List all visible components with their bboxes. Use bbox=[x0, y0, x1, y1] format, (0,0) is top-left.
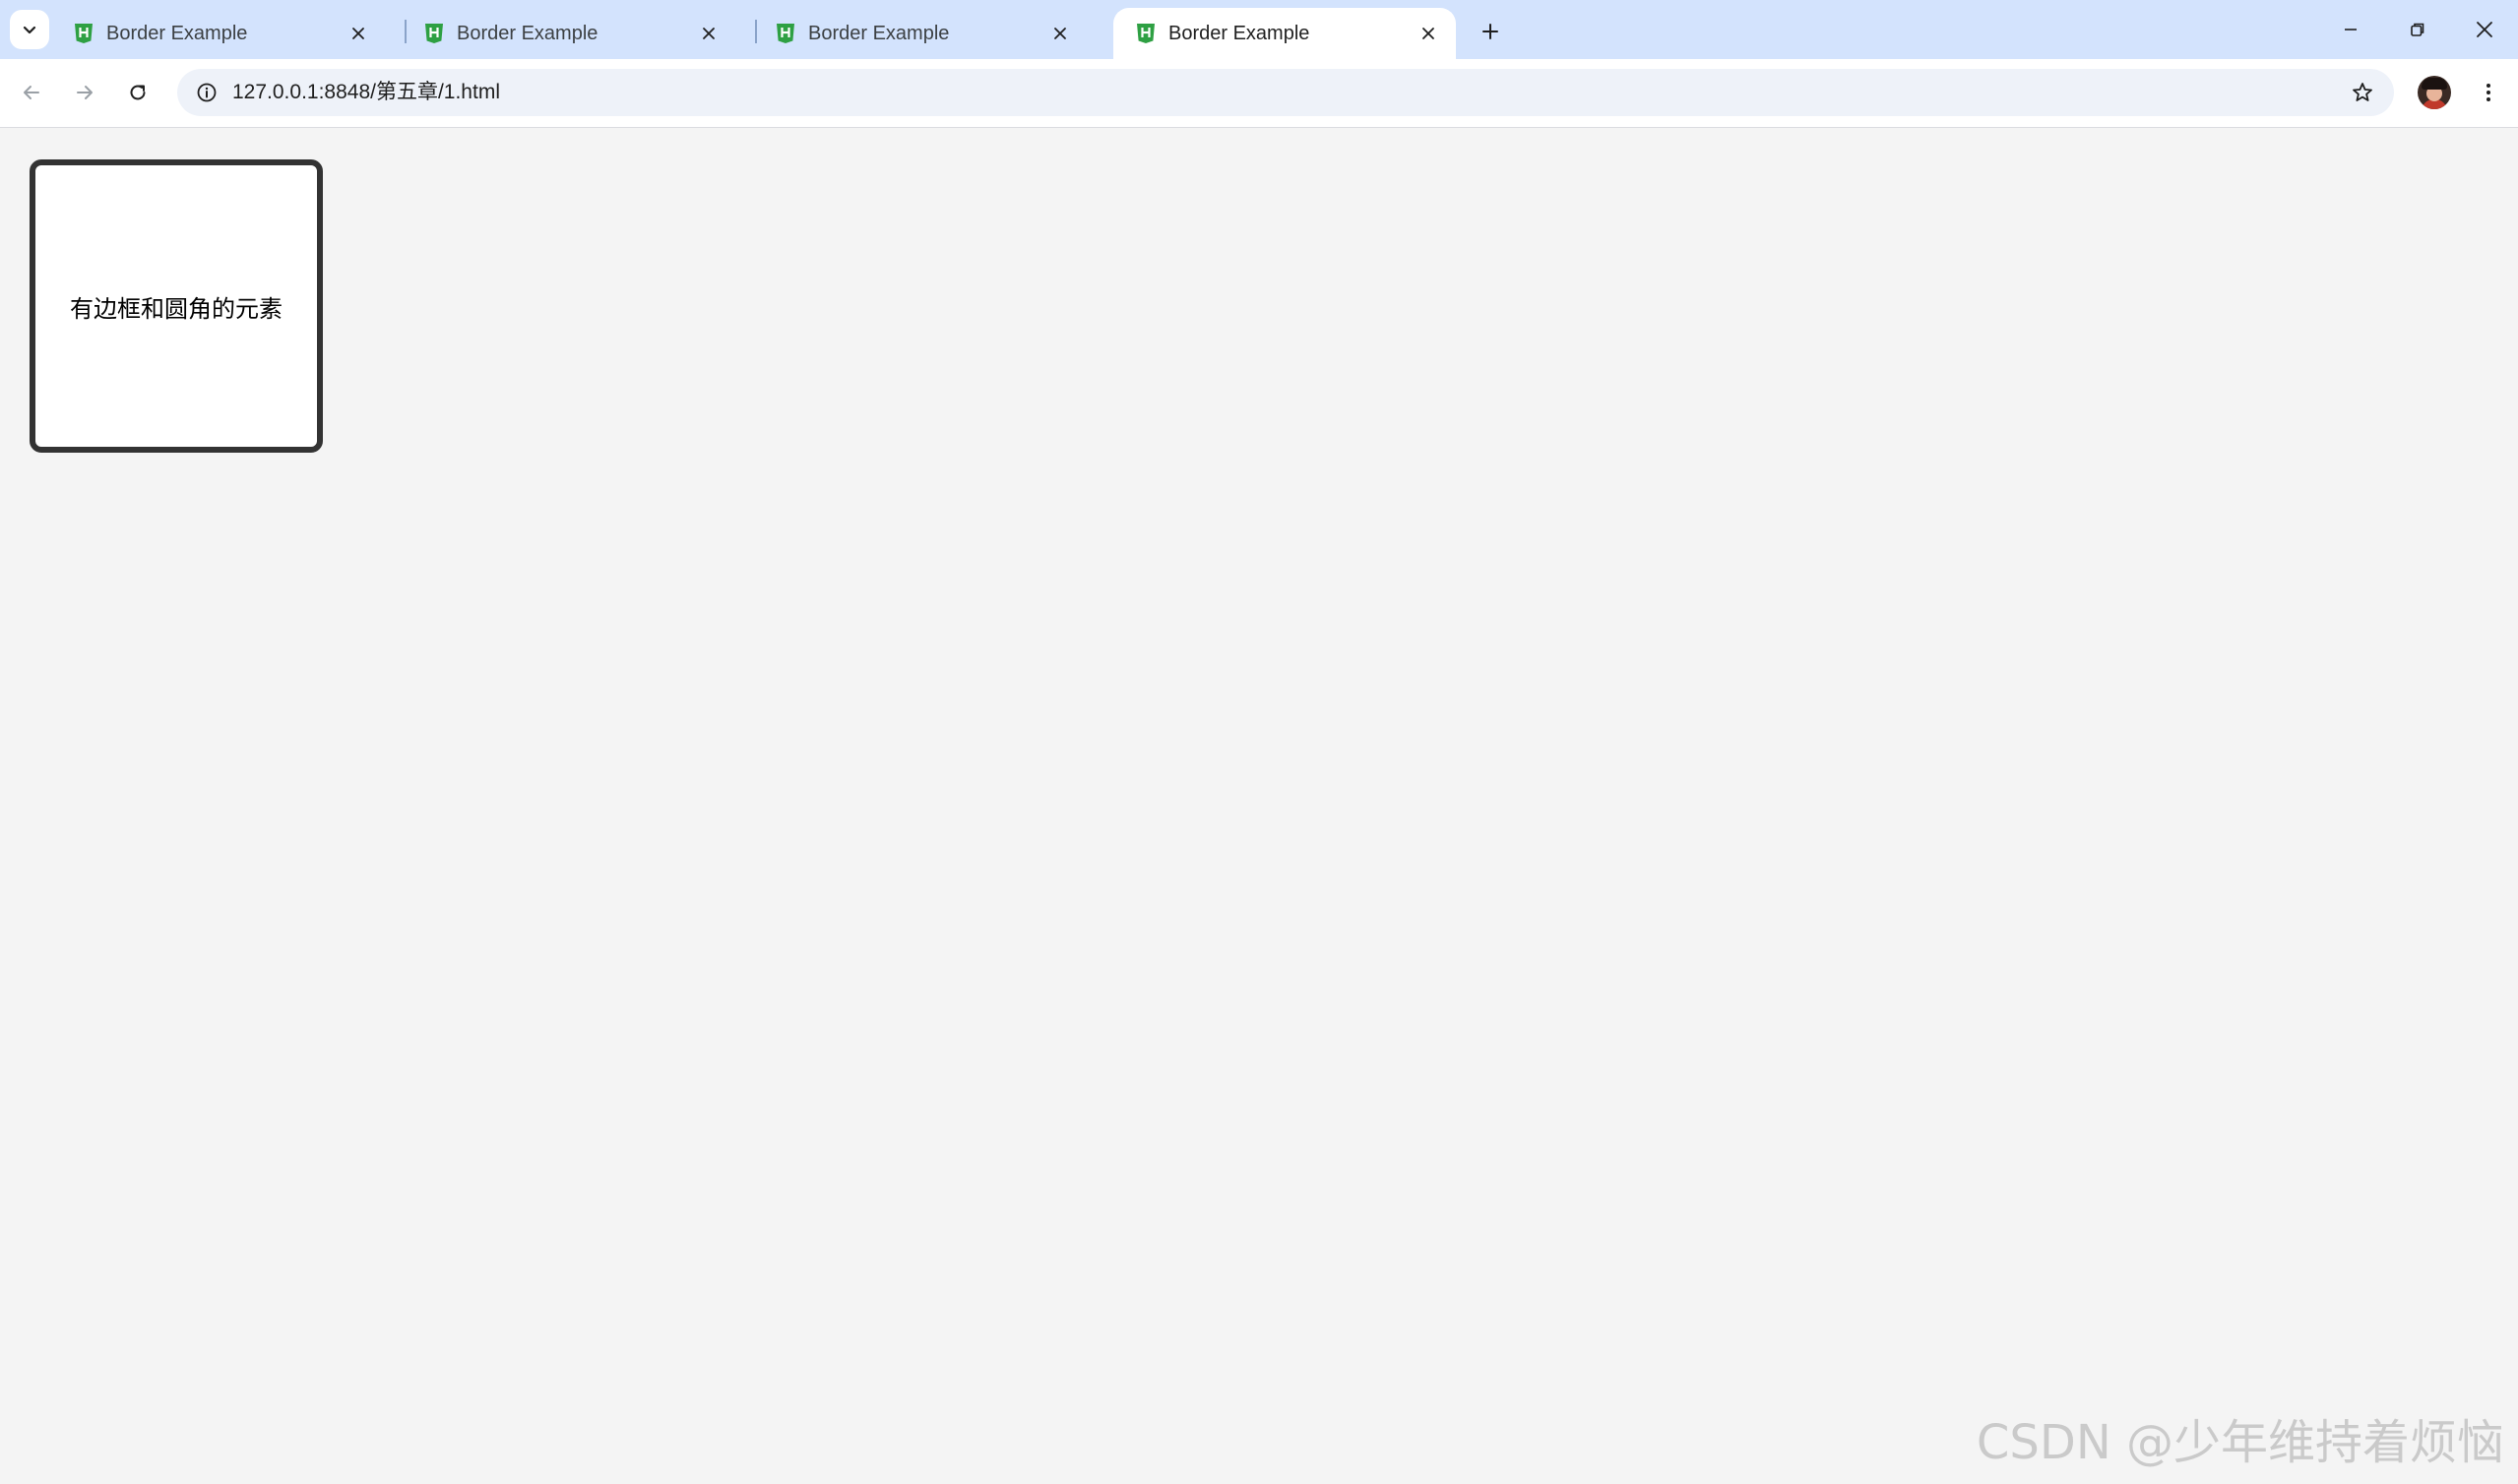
star-icon bbox=[2353, 83, 2372, 101]
csdn-watermark: CSDN @少年维持着烦恼 bbox=[1976, 1415, 2504, 1470]
reload-button[interactable] bbox=[118, 73, 157, 112]
tab-close-button[interactable] bbox=[695, 20, 723, 47]
tab-title: Border Example bbox=[808, 22, 950, 44]
back-button[interactable] bbox=[12, 73, 51, 112]
url-text[interactable]: 127.0.0.1:8848/第五章/1.html bbox=[232, 69, 500, 116]
html5-favicon-icon bbox=[1135, 22, 1157, 45]
reload-icon bbox=[130, 85, 146, 100]
bordered-rounded-box: 有边框和圆角的元素 bbox=[30, 159, 323, 453]
html5-favicon-icon bbox=[423, 22, 445, 45]
plus-icon bbox=[1482, 24, 1498, 39]
minimize-icon bbox=[2345, 29, 2357, 31]
profile-avatar[interactable] bbox=[2418, 76, 2451, 109]
browser-menu-button[interactable] bbox=[2469, 73, 2508, 112]
kebab-icon bbox=[2487, 84, 2490, 101]
html5-favicon-icon bbox=[775, 22, 796, 45]
browser-toolbar: 127.0.0.1:8848/第五章/1.html bbox=[0, 59, 2518, 128]
tab-strip: Border Example Border Example Border Exa… bbox=[0, 0, 2518, 59]
restore-button[interactable] bbox=[2396, 8, 2439, 51]
tab-1[interactable]: Border Example bbox=[51, 8, 386, 59]
tab-4-active[interactable]: Border Example bbox=[1113, 8, 1456, 59]
tab-title: Border Example bbox=[106, 22, 248, 44]
tab-close-button[interactable] bbox=[1415, 20, 1442, 47]
info-icon bbox=[197, 83, 217, 102]
arrow-right-icon bbox=[77, 86, 93, 99]
page-content: 有边框和圆角的元素 bbox=[0, 128, 2518, 1484]
box-text: 有边框和圆角的元素 bbox=[70, 294, 283, 323]
close-window-button[interactable] bbox=[2463, 8, 2506, 51]
tab-title: Border Example bbox=[1168, 22, 1310, 44]
close-icon bbox=[703, 28, 715, 39]
avatar-hair bbox=[2422, 78, 2447, 90]
tab-close-button[interactable] bbox=[345, 20, 372, 47]
tab-3[interactable]: Border Example bbox=[753, 8, 1088, 59]
arrow-left-icon bbox=[24, 86, 39, 99]
restore-icon bbox=[2411, 23, 2424, 36]
browser-window: Border Example Border Example Border Exa… bbox=[0, 0, 2518, 1484]
new-tab-button[interactable] bbox=[1473, 14, 1508, 49]
address-bar[interactable]: 127.0.0.1:8848/第五章/1.html bbox=[177, 69, 2394, 116]
minimize-button[interactable] bbox=[2329, 8, 2372, 51]
html5-favicon-icon bbox=[73, 22, 94, 45]
chevron-down-icon bbox=[23, 26, 36, 34]
tab-search-button[interactable] bbox=[10, 10, 49, 49]
close-icon bbox=[1054, 28, 1066, 39]
tab-close-button[interactable] bbox=[1046, 20, 1074, 47]
tab-2[interactable]: Border Example bbox=[402, 8, 736, 59]
close-icon bbox=[2477, 22, 2492, 37]
close-icon bbox=[1422, 28, 1434, 39]
bookmark-button[interactable] bbox=[2345, 75, 2380, 110]
close-icon bbox=[352, 28, 364, 39]
site-info-button[interactable] bbox=[191, 77, 222, 108]
forward-button[interactable] bbox=[65, 73, 104, 112]
tab-title: Border Example bbox=[457, 22, 598, 44]
